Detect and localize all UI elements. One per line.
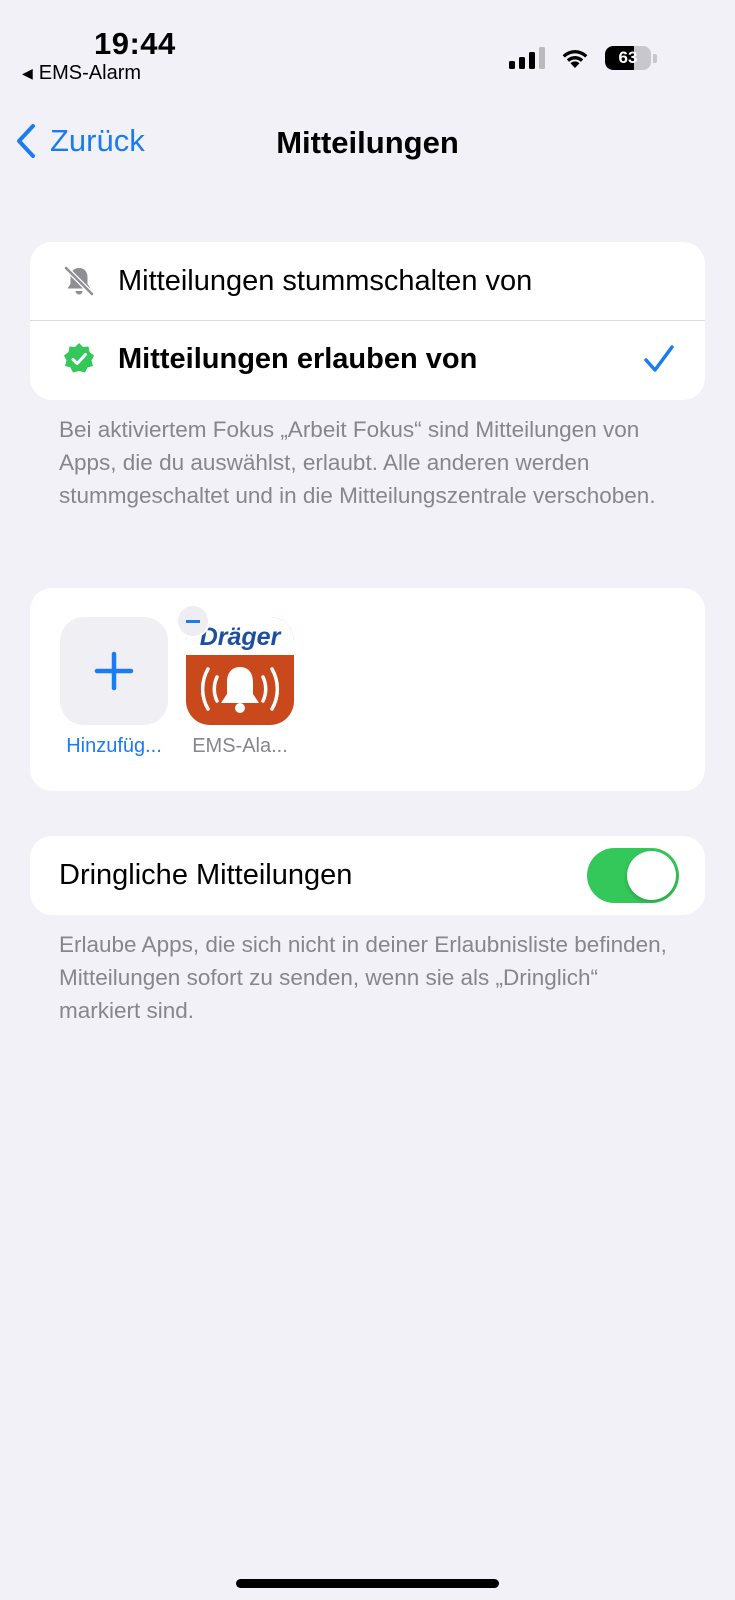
app-name-label: EMS-Ala... bbox=[192, 735, 288, 757]
wifi-icon bbox=[562, 50, 588, 68]
add-app-button[interactable]: Hinzufüg... bbox=[60, 617, 168, 758]
urgent-notifications-label: Dringliche Mitteilungen bbox=[59, 858, 353, 891]
page-title: Mitteilungen bbox=[276, 125, 459, 160]
bell-slash-icon bbox=[64, 266, 94, 296]
urgent-notifications-toggle[interactable] bbox=[587, 848, 679, 903]
status-bar: 19:44 ◀ EMS-Alarm 63 bbox=[0, 0, 735, 90]
urgent-footnote: Erlaube Apps, die sich nicht in deiner E… bbox=[59, 932, 667, 1023]
battery-percent: 63 bbox=[618, 48, 638, 67]
verified-badge-icon bbox=[64, 343, 94, 373]
plus-icon bbox=[94, 651, 134, 691]
home-indicator[interactable] bbox=[236, 1579, 499, 1588]
back-triangle-icon: ◀ bbox=[22, 65, 33, 81]
add-app-tile[interactable] bbox=[60, 617, 168, 725]
battery-icon: 63 bbox=[605, 46, 651, 70]
add-app-label: Hinzufüg... bbox=[66, 735, 162, 757]
back-app-label: EMS-Alarm bbox=[38, 62, 142, 84]
urgent-notifications-row: Dringliche Mitteilungen bbox=[30, 836, 705, 914]
option-allow-label: Mitteilungen erlauben von bbox=[118, 342, 478, 375]
app-tile-ems-alarm[interactable]: Dräger EMS-Ala... bbox=[186, 617, 294, 758]
option-silence[interactable]: Mitteilungen stummschalten von bbox=[30, 242, 705, 320]
status-time: 19:44 bbox=[94, 26, 176, 61]
alarm-bell-icon bbox=[200, 667, 280, 713]
status-icons: 63 bbox=[509, 46, 657, 70]
mode-options-card: Mitteilungen stummschalten von Mitteilun… bbox=[30, 242, 705, 400]
back-to-app-link[interactable]: ◀ EMS-Alarm bbox=[22, 62, 141, 85]
option-silence-label: Mitteilungen stummschalten von bbox=[118, 264, 533, 297]
remove-app-button[interactable] bbox=[176, 604, 210, 638]
toggle-knob bbox=[627, 851, 676, 900]
minus-icon bbox=[186, 619, 200, 623]
mode-footnote: Bei aktiviertem Fokus „Arbeit Fokus“ sin… bbox=[59, 417, 656, 508]
checkmark-icon bbox=[644, 345, 674, 372]
navigation-bar: Zurück Mitteilungen bbox=[0, 115, 735, 175]
option-allow[interactable]: Mitteilungen erlauben von bbox=[30, 320, 705, 398]
urgent-notifications-card: Dringliche Mitteilungen bbox=[30, 836, 705, 915]
signal-icon bbox=[509, 47, 545, 69]
